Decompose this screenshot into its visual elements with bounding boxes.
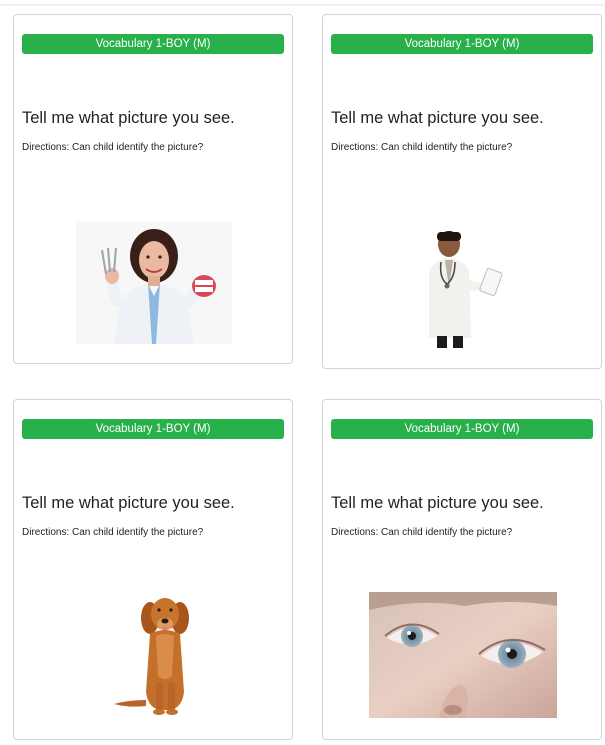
eye-photo-icon	[369, 592, 557, 718]
dog-photo-icon	[110, 596, 194, 718]
card-badge: Vocabulary 1-BOY (M)	[22, 419, 284, 439]
card-directions: Directions: Can child identify the pictu…	[331, 142, 513, 153]
dentist-photo-icon	[76, 222, 232, 344]
card-prompt: Tell me what picture you see.	[331, 109, 544, 127]
card-prompt: Tell me what picture you see.	[22, 109, 235, 127]
card-badge: Vocabulary 1-BOY (M)	[331, 34, 593, 54]
top-divider	[0, 4, 605, 6]
vocab-card-doctor[interactable]: Vocabulary 1-BOY (M) Tell me what pictur…	[322, 14, 602, 369]
doctor-photo-icon	[423, 228, 507, 348]
vocab-card-eye[interactable]: Vocabulary 1-BOY (M) Tell me what pictur…	[322, 399, 602, 740]
card-badge: Vocabulary 1-BOY (M)	[22, 34, 284, 54]
card-directions: Directions: Can child identify the pictu…	[331, 527, 513, 538]
vocab-card-dog[interactable]: Vocabulary 1-BOY (M) Tell me what pictur…	[13, 399, 293, 740]
card-prompt: Tell me what picture you see.	[331, 494, 544, 512]
card-prompt: Tell me what picture you see.	[22, 494, 235, 512]
vocabulary-cards-page: Vocabulary 1-BOY (M) Tell me what pictur…	[0, 0, 605, 745]
card-directions: Directions: Can child identify the pictu…	[22, 527, 204, 538]
card-directions: Directions: Can child identify the pictu…	[22, 142, 204, 153]
vocab-card-dentist[interactable]: Vocabulary 1-BOY (M) Tell me what pictur…	[13, 14, 293, 364]
card-badge: Vocabulary 1-BOY (M)	[331, 419, 593, 439]
